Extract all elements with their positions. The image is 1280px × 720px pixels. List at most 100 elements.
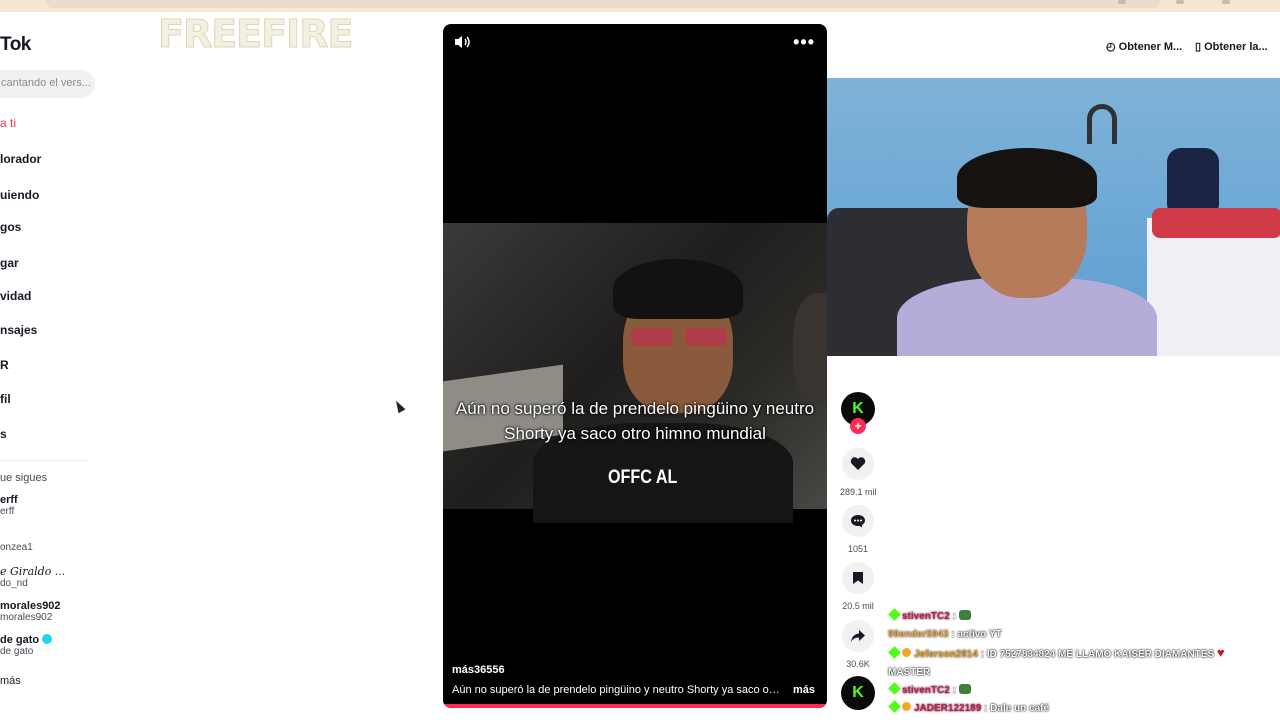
- nav-item-live[interactable]: R: [0, 358, 9, 372]
- kick-badge-icon: [888, 682, 901, 695]
- account-name: de gato: [0, 634, 53, 646]
- game-logo-overlay: FREEFIRE: [157, 12, 353, 57]
- save-button[interactable]: 20.5 mil: [840, 562, 876, 611]
- avatar-letter: K: [852, 400, 864, 417]
- heart-icon[interactable]: [842, 448, 874, 480]
- streamer-webcam: [827, 78, 1280, 356]
- kick-badge-icon: [888, 608, 901, 621]
- chat-text: : Dale un café: [984, 703, 1050, 714]
- headphones-on-wall: [1087, 104, 1117, 144]
- next-creator-avatar[interactable]: K: [841, 676, 875, 710]
- browser-top-bar: [0, 0, 1280, 12]
- sidebar-divider: [0, 460, 88, 461]
- verified-icon: [42, 634, 53, 644]
- nav-item-more[interactable]: s: [0, 427, 7, 441]
- following-accounts-header: ue sigues: [0, 472, 48, 484]
- following-account[interactable]: e Giraldo ... do_nd: [0, 565, 65, 589]
- heart-emote-icon: ♥: [1216, 645, 1225, 660]
- account-handle: onzea1: [0, 542, 33, 553]
- share-count: 30.6K: [846, 659, 870, 669]
- save-count: 20.5 mil: [842, 601, 874, 611]
- chat-username: JADER122189: [914, 703, 982, 714]
- nav-item-activity[interactable]: vidad: [0, 289, 31, 303]
- browser-icon[interactable]: [1222, 0, 1230, 4]
- see-more-link[interactable]: más: [0, 675, 21, 687]
- video-progress-bar[interactable]: [443, 704, 827, 708]
- video-caption: Aún no superó la de prendelo pingüino y …: [455, 399, 815, 443]
- chat-username: 99ender5943: [888, 629, 949, 640]
- chat-text: :: [952, 611, 956, 622]
- mouse-cursor-icon: [392, 398, 406, 414]
- follow-plus-icon[interactable]: +: [850, 418, 866, 434]
- nav-item-for-you[interactable]: a ti: [0, 116, 16, 130]
- chat-message: Jeferson2814 : ID 7527834824 ME LLAMO KA…: [888, 644, 1268, 664]
- account-handle: morales902: [0, 612, 53, 623]
- more-options-icon[interactable]: •••: [793, 32, 815, 53]
- emote-icon: [958, 610, 971, 620]
- coin-badge-icon: [902, 702, 911, 711]
- nav-item-messages[interactable]: nsajes: [0, 323, 37, 337]
- shirt-print-text: OFFC AL: [608, 467, 678, 488]
- chat-message-continued: MASTER: [888, 664, 1268, 682]
- following-account[interactable]: erff erff: [0, 494, 18, 517]
- chat-text: : ID 7527834824 ME LLAMO KAISER DIAMANTE…: [980, 649, 1215, 660]
- nav-item-profile[interactable]: fil: [0, 392, 11, 406]
- browser-icon[interactable]: [1176, 0, 1184, 4]
- comment-button[interactable]: 1051: [840, 505, 876, 554]
- video-author[interactable]: más36556: [452, 664, 505, 676]
- chat-message: stivenTC2 :: [888, 682, 1268, 700]
- get-app-label: Obtener la...: [1204, 41, 1268, 53]
- compass-icon: ◴: [1106, 41, 1119, 53]
- account-handle: erff: [0, 506, 15, 517]
- account-name: morales902: [0, 600, 61, 612]
- chat-text: MASTER: [888, 667, 931, 678]
- get-app-label: Obtener M...: [1118, 41, 1183, 53]
- scene-glasses: [631, 328, 727, 348]
- comment-icon[interactable]: [842, 505, 874, 537]
- streamer-hair: [957, 148, 1097, 208]
- video-player[interactable]: ••• Aún no superó la de prendelo pingüin…: [443, 24, 827, 708]
- chat-username: Jeferson2814: [914, 649, 978, 660]
- chat-username: stivenTC2: [902, 685, 950, 696]
- following-account[interactable]: de gato de gato: [0, 634, 53, 657]
- nav-item-following[interactable]: uiendo: [0, 188, 39, 202]
- avatar-letter: K: [852, 684, 864, 701]
- video-description: Aún no superó la de prendelo pingüino y …: [452, 684, 782, 696]
- get-desktop-app-link[interactable]: ◴ Obtener M...: [1106, 40, 1182, 53]
- pillow: [1152, 208, 1280, 238]
- chat-username: stivenTC2: [902, 611, 950, 622]
- account-name-text: de gato: [0, 634, 40, 646]
- speaker-icon[interactable]: [453, 34, 471, 50]
- kick-badge-icon: [888, 646, 901, 659]
- coin-badge-icon: [902, 648, 911, 657]
- account-name: e Giraldo ...: [0, 565, 66, 578]
- address-bar[interactable]: [46, 0, 1160, 8]
- phone-icon: ▯: [1195, 41, 1205, 53]
- description-more-button[interactable]: más: [793, 684, 815, 696]
- chat-message: 99ender5943 : activo YT: [888, 626, 1268, 644]
- emote-icon: [958, 684, 971, 694]
- nav-item-friends[interactable]: gos: [0, 220, 21, 234]
- share-button[interactable]: 30.6K: [840, 620, 876, 669]
- bed: [1147, 218, 1280, 356]
- browser-icon[interactable]: [1118, 0, 1126, 4]
- kick-badge-icon: [888, 700, 901, 713]
- chat-text: :: [952, 685, 956, 696]
- following-account[interactable]: morales902 morales902: [0, 600, 61, 623]
- nav-item-upload[interactable]: gar: [0, 256, 19, 270]
- account-name: [0, 529, 33, 542]
- account-name: erff: [0, 494, 18, 506]
- bookmark-icon[interactable]: [842, 562, 874, 594]
- video-progress-fill: [443, 704, 827, 708]
- like-button[interactable]: 289.1 mil: [840, 448, 877, 497]
- get-mobile-app-link[interactable]: ▯ Obtener la...: [1195, 40, 1268, 53]
- like-count: 289.1 mil: [840, 487, 877, 497]
- share-icon[interactable]: [842, 620, 874, 652]
- comment-count: 1051: [847, 544, 869, 554]
- search-input[interactable]: cantando el vers...: [0, 70, 95, 98]
- chat-message: JADER122189 : Dale un café: [888, 700, 1268, 718]
- following-account[interactable]: onzea1: [0, 529, 33, 553]
- tiktok-logo[interactable]: Tok: [0, 34, 31, 56]
- account-handle: do_nd: [0, 578, 28, 589]
- nav-item-explore[interactable]: lorador: [0, 152, 41, 166]
